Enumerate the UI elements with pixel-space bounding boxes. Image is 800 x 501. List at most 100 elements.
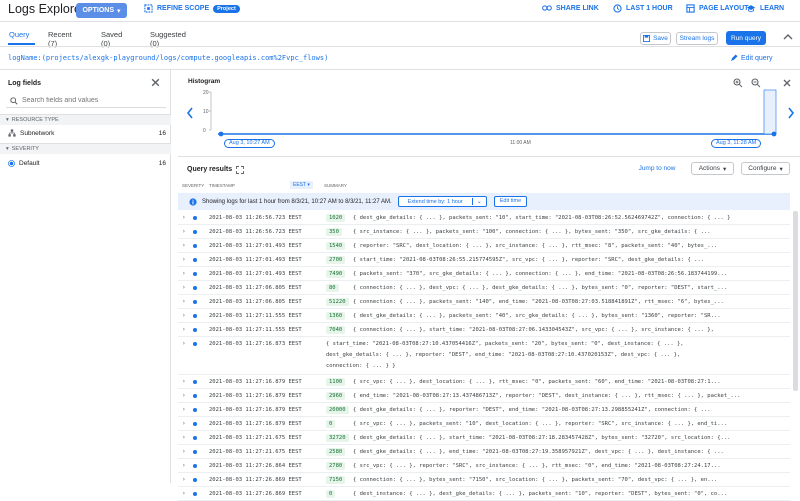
page-layout-icon [686,4,695,13]
divider [178,156,800,157]
bytes-sent-chip[interactable]: 2580 [326,448,346,456]
timeline-end-handle[interactable] [771,131,777,137]
actions-button[interactable]: Actions ▾ [691,162,734,175]
log-entry-row[interactable]: › 2021-08-03 11:27:06.805 EEST 51220 { conn… [178,295,790,309]
extend-time-dropdown[interactable]: Extend time by: 1 hour ⌄ [397,196,487,207]
bytes-sent-chip[interactable]: 32720 [326,434,349,442]
chevron-right-icon[interactable]: › [182,476,186,483]
chevron-right-icon[interactable]: › [182,462,186,469]
bytes-sent-chip[interactable]: 0 [326,420,336,428]
log-entry-row[interactable]: › 2021-08-03 11:26:56.723 EEST 1020 { dest_… [178,211,790,225]
refine-scope-button[interactable]: REFINE SCOPE Project [144,4,240,13]
log-timestamp: 2021-08-03 11:27:06.805 EEST [209,299,302,305]
log-summary: { src_vpc: { ... }, packets_sent: "10", … [353,421,728,427]
chevron-right-icon[interactable]: › [182,392,186,399]
log-entry-row[interactable]: › 2021-08-03 11:27:01.493 EEST 2700 { start… [178,253,790,267]
resource-type-section[interactable]: ▾ RESOURCE TYPE [0,114,171,125]
log-entry-row[interactable]: › 2021-08-03 11:27:26.869 EEST 7150{ conne… [178,473,790,487]
run-query-button[interactable]: Run query [726,31,766,45]
chevron-right-icon[interactable]: › [182,256,186,263]
bytes-sent-chip[interactable]: 51220 [326,298,349,306]
save-icon [643,35,651,42]
bytes-sent-chip[interactable]: 1020 [326,214,346,222]
chevron-right-icon[interactable]: › [182,242,186,249]
link-icon [542,5,552,11]
log-entry-row[interactable]: › 2021-08-03 11:27:26.864 EEST 2780 { src_v… [178,459,790,473]
timeline-start-handle[interactable] [218,131,224,137]
bytes-sent-chip[interactable]: 1540 [326,242,346,250]
log-entry-row[interactable]: › 2021-08-03 11:27:16.873 EEST { start_tim… [178,337,790,375]
chevron-right-icon[interactable]: › [182,284,186,291]
chevron-down-icon[interactable]: ⌄ [471,198,486,205]
share-link-button[interactable]: SHARE LINK [542,4,599,12]
info-icon [189,197,197,206]
log-entry-row[interactable]: › 2021-08-03 11:27:21.675 EEST 32720 { dest… [178,431,790,445]
log-entry-row[interactable]: › 2021-08-03 11:27:16.879 EEST 0 { src_vpc:… [178,417,790,431]
save-button[interactable]: Save [640,32,671,45]
pencil-icon [731,54,738,61]
bytes-sent-chip[interactable]: 0 [326,490,336,498]
chevron-right-icon[interactable]: › [182,420,186,427]
bytes-sent-chip[interactable]: 1100 [326,378,346,386]
bytes-sent-chip[interactable]: 2960 [326,392,346,400]
edit-query-button[interactable]: Edit query [730,54,773,62]
time-range-button[interactable]: LAST 1 HOUR [613,4,673,13]
tab-query[interactable]: Query [9,30,29,39]
chevron-right-icon[interactable]: › [182,326,186,333]
field-search-input[interactable] [22,97,152,104]
timezone-selector[interactable]: EEST ▾ [290,181,313,189]
default-severity-icon [193,328,197,332]
log-entry-row[interactable]: › 2021-08-03 11:27:11.555 EEST 7040 { conne… [178,323,790,337]
column-timestamp[interactable]: TIMESTAMP [209,183,235,188]
bytes-sent-chip[interactable]: 20000 [326,406,349,414]
log-entry-row[interactable]: › 2021-08-03 11:27:16.879 EEST 1100 { src_v… [178,375,790,389]
log-entry-row[interactable]: › 2021-08-03 11:27:21.675 EEST 2580 { dest_… [178,445,790,459]
bytes-sent-chip[interactable]: 7490 [326,270,346,278]
bytes-sent-chip[interactable]: 2700 [326,256,346,264]
log-entry-row[interactable]: › 2021-08-03 11:27:01.493 EEST 1540 { repor… [178,239,790,253]
log-entry-row[interactable]: › 2021-08-03 11:26:56.723 EEST 350 { src_in… [178,225,790,239]
jump-to-now-button[interactable]: Jump to now [629,162,685,175]
chevron-right-icon[interactable]: › [182,214,186,221]
chevron-right-icon[interactable]: › [182,434,186,441]
results-scrollbar[interactable] [793,211,798,391]
chevron-right-icon[interactable]: › [182,228,186,235]
log-summary: { dest_gke_details: { ... }, end_time: "… [353,449,724,455]
log-entry-row[interactable]: › 2021-08-03 11:27:16.879 EEST 20000 { dest… [178,403,790,417]
log-entry-row[interactable]: › 2021-08-03 11:27:01.493 EEST 7490 { packe… [178,267,790,281]
severity-section[interactable]: ▾ SEVERITY [0,143,171,154]
bytes-sent-chip[interactable]: 2780 [326,462,346,470]
bytes-sent-chip[interactable]: 80 [326,284,339,292]
bytes-sent-chip[interactable]: 7040 [326,326,346,334]
stream-logs-button[interactable]: Stream logs [676,32,718,45]
chevron-right-icon[interactable]: › [182,270,186,277]
field-item-subnetwork[interactable]: Subnetwork 16 [8,129,166,137]
chevron-right-icon[interactable]: › [182,406,186,413]
refine-scope-icon [144,4,153,13]
chevron-right-icon[interactable]: › [182,312,186,319]
chevron-right-icon[interactable]: › [182,448,186,455]
chevron-right-icon[interactable]: › [182,298,186,305]
chevron-right-icon[interactable]: › [182,378,186,385]
log-entry-row[interactable]: › 2021-08-03 11:27:06.805 EEST 80 { connect… [178,281,790,295]
log-entry-row[interactable]: › 2021-08-03 11:27:26.869 EEST 0 { dest_ins… [178,487,790,501]
configure-button[interactable]: Configure ▾ [741,162,790,175]
bytes-sent-chip[interactable]: 350 [326,228,342,236]
log-timestamp: 2021-08-03 11:27:26.869 EEST [209,477,302,483]
bytes-sent-chip[interactable]: 1360 [326,312,346,320]
field-item-count: 16 [158,160,166,167]
log-entry-row[interactable]: › 2021-08-03 11:27:11.555 EEST 1360 { dest_… [178,309,790,323]
expand-icon[interactable] [236,166,244,174]
edit-time-button[interactable]: Edit time [493,196,528,207]
column-severity[interactable]: SEVERITY [182,183,204,188]
collapse-query-button[interactable] [783,33,793,41]
field-item-default[interactable]: Default 16 [8,160,166,167]
chevron-right-icon[interactable]: › [182,340,186,347]
log-entry-row[interactable]: › 2021-08-03 11:27:16.879 EEST 2960 { end_t… [178,389,790,403]
options-button[interactable]: OPTIONS ▾ [76,3,127,18]
chevron-right-icon[interactable]: › [182,490,186,497]
page-layout-button[interactable]: PAGE LAYOUT [686,4,748,13]
learn-button[interactable]: LEARN [746,4,784,13]
close-icon[interactable] [150,77,161,88]
query-editor[interactable]: logName:(projects/alexgk-playground/logs… [8,54,328,62]
